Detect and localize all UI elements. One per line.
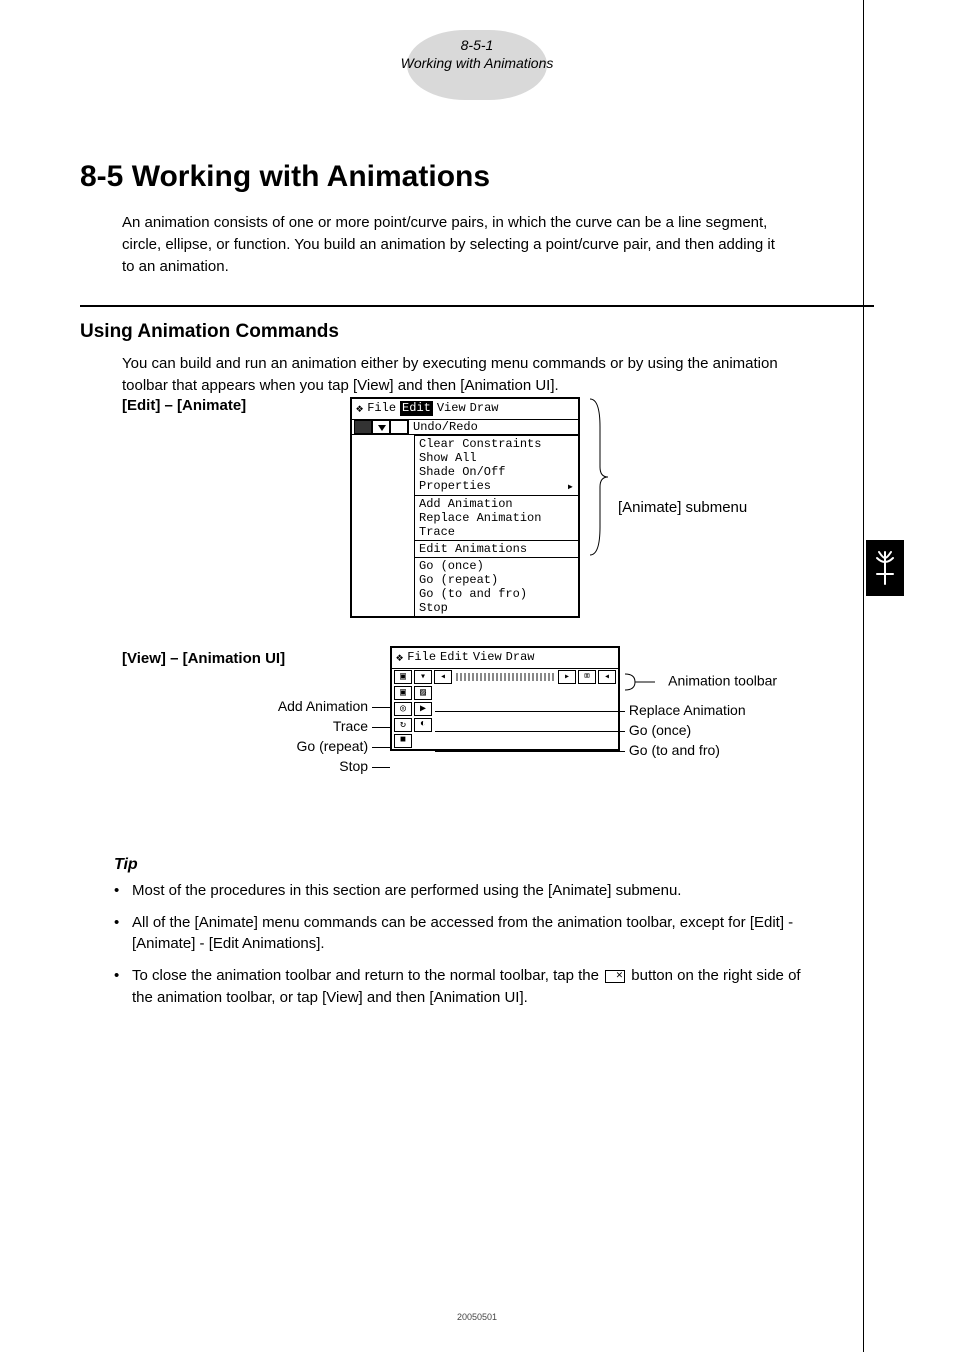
page: 8-5-1 Working with Animations 8-5 Workin…	[0, 0, 954, 1352]
left-callout: Trace	[240, 718, 390, 734]
section-divider	[80, 305, 874, 307]
edit-animate-diagram: [Edit] – [Animate] ❖ File Edit View Draw…	[80, 397, 874, 618]
tip-list: Most of the procedures in this section a…	[114, 880, 814, 1009]
callout-go-repeat: Go (repeat)	[297, 738, 369, 754]
go-repeat-icon[interactable]: ↻	[394, 718, 412, 732]
menu-block: Clear Constraints Show All Shade On/Off …	[414, 435, 578, 495]
menu-edit[interactable]: Edit	[440, 650, 469, 665]
go-to-and-fro-icon[interactable]: ◐	[414, 718, 432, 732]
menu-edit[interactable]: Edit	[400, 401, 433, 416]
tip-heading: Tip	[114, 856, 874, 874]
menu-item[interactable]: Clear Constraints	[419, 437, 574, 451]
menu-item[interactable]: Replace Animation	[419, 511, 574, 525]
app-icon: ❖	[396, 650, 403, 665]
right-callout: Go (to and fro)	[435, 742, 720, 758]
menu-item[interactable]: Show All	[419, 451, 574, 465]
go-once-icon[interactable]: ▶	[414, 702, 432, 716]
menu-item[interactable]: Stop	[419, 601, 574, 615]
dropdown-icon[interactable]	[372, 420, 390, 434]
tool-row: Undo/Redo	[352, 419, 578, 435]
right-callout: Animation toolbar	[625, 672, 777, 692]
tip-item: All of the [Animate] menu commands can b…	[114, 912, 814, 956]
menu-item[interactable]: Go (repeat)	[419, 573, 574, 587]
left-icon[interactable]: ◂	[598, 670, 616, 684]
app-icon: ❖	[356, 401, 363, 416]
footer-code: 20050501	[0, 1312, 954, 1322]
slider[interactable]	[456, 673, 554, 681]
toggle-icon[interactable]: ▣	[394, 670, 412, 684]
menu-file[interactable]: File	[407, 650, 436, 665]
dropdown-icon[interactable]: ▾	[414, 670, 432, 684]
header-badge: 8-5-1 Working with Animations	[407, 30, 547, 100]
menubar: ❖ File Edit View Draw	[392, 648, 618, 668]
view-anim-ui-label: [View] – [Animation UI]	[122, 650, 285, 667]
callout-go-to-and-fro: Go (to and fro)	[629, 742, 720, 758]
callout-replace-animation: Replace Animation	[629, 702, 746, 718]
menu-item[interactable]: Edit Animations	[419, 542, 574, 556]
section-intro: You can build and run an animation eithe…	[122, 353, 782, 397]
close-toolbar-icon	[605, 970, 625, 983]
view-anim-ui-diagram: [View] – [Animation UI] ❖ File Edit View…	[80, 646, 874, 826]
tool-icon[interactable]	[354, 420, 372, 434]
animate-submenu-callout: [Animate] submenu	[618, 499, 747, 516]
close-toolbar-icon[interactable]: ⌧	[578, 670, 596, 684]
menu-block: Edit Animations	[414, 540, 578, 557]
menubar: ❖ File Edit View Draw	[352, 399, 578, 419]
right-callout: Replace Animation	[435, 702, 746, 718]
add-animation-icon[interactable]: ▣	[394, 686, 412, 700]
header-code: 8-5-1	[461, 37, 494, 53]
tip-text-pre: To close the animation toolbar and retur…	[132, 967, 603, 984]
menu-item[interactable]: Go (once)	[419, 559, 574, 573]
left-callout: Stop	[240, 758, 390, 774]
menu-item[interactable]: Trace	[419, 525, 574, 539]
plant-icon	[873, 548, 897, 588]
stop-icon[interactable]: ■	[394, 734, 412, 748]
brace	[586, 397, 610, 557]
tool-icon-2[interactable]	[390, 420, 408, 434]
callout-go-once: Go (once)	[629, 722, 691, 738]
intro-paragraph: An animation consists of one or more poi…	[122, 212, 782, 277]
side-tab-icon	[866, 540, 904, 596]
callout-add-animation: Add Animation	[278, 698, 368, 714]
left-icon[interactable]: ◂	[434, 670, 452, 684]
callout-stop: Stop	[339, 758, 368, 774]
left-callout: Add Animation	[240, 698, 390, 714]
callout-trace: Trace	[333, 718, 368, 734]
submenu-arrow-icon: ▸	[567, 479, 574, 494]
menu-item[interactable]: Shade On/Off	[419, 465, 574, 479]
page-title: 8-5 Working with Animations	[80, 160, 874, 194]
header-text: 8-5-1 Working with Animations	[401, 36, 554, 72]
replace-animation-icon[interactable]: ▨	[414, 686, 432, 700]
section-heading: Using Animation Commands	[80, 321, 874, 343]
menu-block: Add Animation Replace Animation Trace	[414, 495, 578, 540]
menu-view[interactable]: View	[437, 401, 466, 416]
right-icon[interactable]: ▸	[558, 670, 576, 684]
tip-item: To close the animation toolbar and retur…	[114, 965, 814, 1009]
menu-item[interactable]: Add Animation	[419, 497, 574, 511]
menu-item[interactable]: Undo/Redo	[413, 420, 576, 434]
menu-draw[interactable]: Draw	[506, 650, 535, 665]
menu-item[interactable]: Properties▸	[419, 479, 574, 494]
menu-draw[interactable]: Draw	[470, 401, 499, 416]
trace-icon[interactable]: ◎	[394, 702, 412, 716]
right-callout: Go (once)	[435, 722, 691, 738]
edit-animate-label: [Edit] – [Animate]	[122, 397, 310, 414]
left-callout: Go (repeat)	[240, 738, 390, 754]
menu-file[interactable]: File	[367, 401, 396, 416]
menu-view[interactable]: View	[473, 650, 502, 665]
submenu-screen: ❖ File Edit View Draw Undo/Redo Clear Co…	[350, 397, 580, 618]
tip-item: Most of the procedures in this section a…	[114, 880, 814, 902]
animation-toolbar: ▣ ▾ ◂ ▸ ⌧ ◂	[392, 668, 618, 685]
header-label: Working with Animations	[401, 55, 554, 71]
callout-animation-toolbar: Animation toolbar	[668, 672, 777, 688]
menu-item[interactable]: Go (to and fro)	[419, 587, 574, 601]
menu-block: Go (once) Go (repeat) Go (to and fro) St…	[414, 557, 578, 616]
